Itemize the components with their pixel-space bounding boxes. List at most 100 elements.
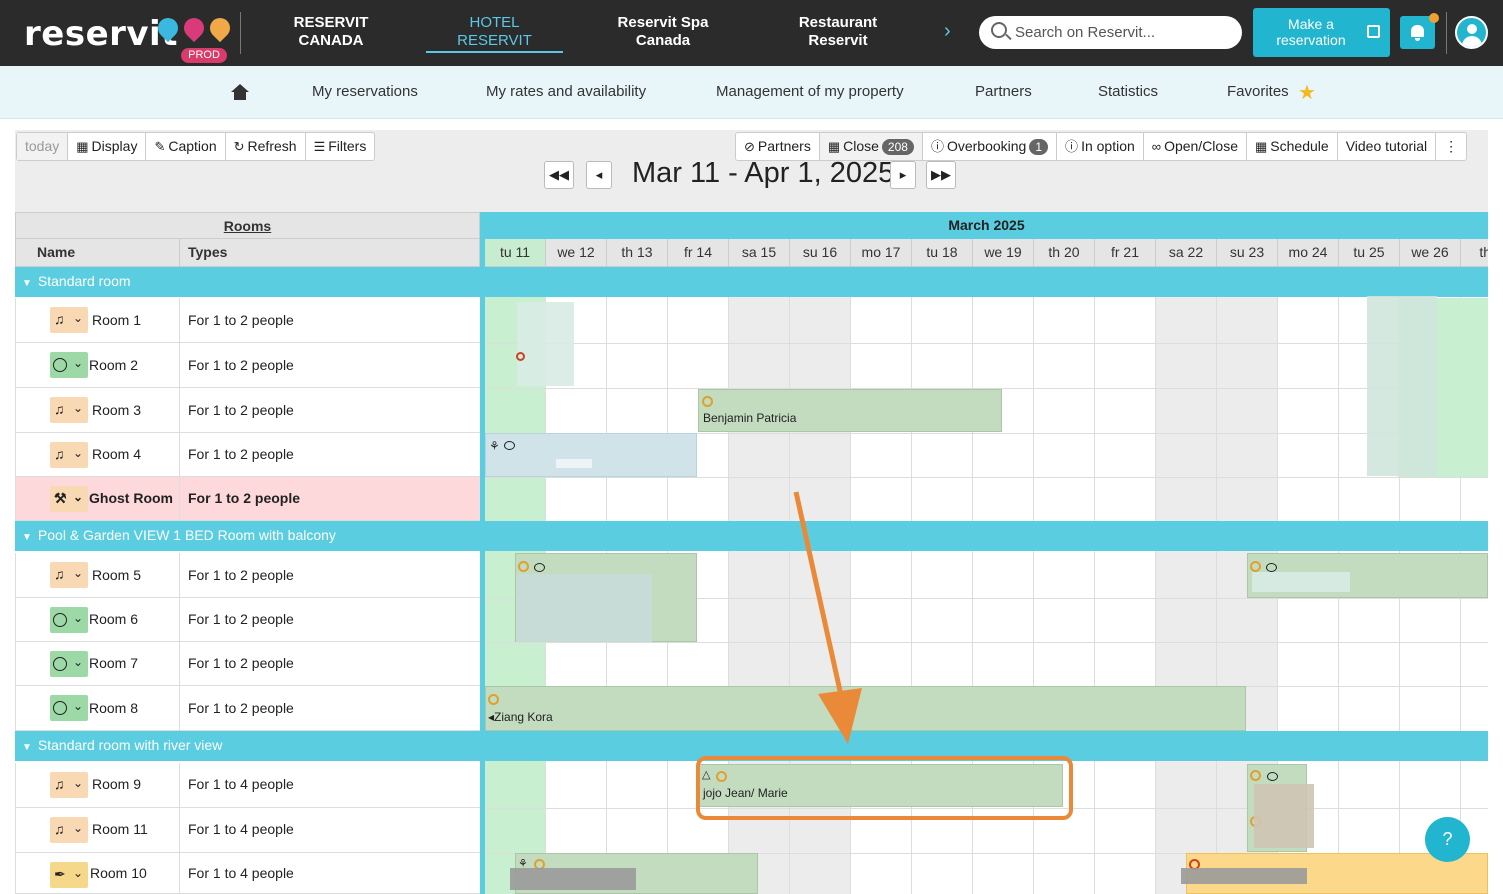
sub-nav-property-management[interactable]: Management of my property xyxy=(716,83,904,100)
day-header[interactable]: tu 11 xyxy=(485,239,546,267)
top-nav-reservit-canada[interactable]: RESERVIT CANADA xyxy=(292,14,370,50)
sub-nav-favorites[interactable]: Favorites xyxy=(1227,83,1289,100)
caption-button[interactable]: ✎ Caption xyxy=(146,133,226,160)
room-group-header[interactable]: ▼ Standard room xyxy=(15,267,480,297)
booking-room3[interactable]: Benjamin Patricia xyxy=(698,389,1002,432)
calendar-icon: ▦ xyxy=(76,139,89,154)
search-input[interactable] xyxy=(1015,16,1235,49)
day-column[interactable] xyxy=(1095,267,1156,894)
housekeeping-status-button[interactable]: ⌄ xyxy=(50,607,88,633)
housekeeping-status-button[interactable]: ♫ ⌄ xyxy=(50,397,88,423)
booking-room4[interactable]: ⚘ xyxy=(485,433,697,477)
room-name[interactable]: Room 1 xyxy=(92,312,141,328)
next-day-button[interactable]: ▸ xyxy=(890,161,916,189)
day-header[interactable]: sa 22 xyxy=(1156,239,1217,267)
room-name[interactable]: Room 3 xyxy=(92,402,141,418)
room-group-header[interactable]: ▼ Pool & Garden VIEW 1 BED Room with balc… xyxy=(15,521,480,551)
day-header[interactable]: th 2 xyxy=(1461,239,1488,267)
day-header[interactable]: mo 17 xyxy=(851,239,912,267)
schedule-button[interactable]: ▦ Schedule xyxy=(1247,133,1338,160)
next-period-button[interactable]: ▶▶ xyxy=(926,161,956,189)
sub-nav-rates-availability[interactable]: My rates and availability xyxy=(486,83,646,100)
sub-nav-statistics[interactable]: Statistics xyxy=(1098,83,1158,100)
day-header[interactable]: tu 18 xyxy=(912,239,973,267)
active-tab-underline xyxy=(426,51,563,53)
blurred-text xyxy=(1252,572,1350,592)
housekeeping-status-button[interactable]: ♫ ⌄ xyxy=(50,817,88,843)
day-header[interactable]: tu 25 xyxy=(1339,239,1400,267)
day-header[interactable]: mo 24 xyxy=(1278,239,1339,267)
booking-blurred[interactable] xyxy=(517,302,574,386)
day-header[interactable]: fr 21 xyxy=(1095,239,1156,267)
room-name[interactable]: Room 10 xyxy=(90,865,147,881)
broom-icon: ♫ xyxy=(54,566,65,582)
spa-pin-icon xyxy=(205,13,235,43)
reservit-logo[interactable]: reservit PROD xyxy=(24,12,235,64)
housekeeping-status-button[interactable]: ♫ ⌄ xyxy=(50,772,88,798)
overbooking-button[interactable]: ⓘ Overbooking 1 xyxy=(923,133,1058,160)
chevron-right-icon[interactable]: › xyxy=(944,20,951,43)
user-icon-body xyxy=(1462,36,1482,47)
rooms-header[interactable]: Rooms xyxy=(15,212,480,239)
help-button[interactable]: ? xyxy=(1425,817,1470,862)
booking-room5-6[interactable] xyxy=(515,553,697,642)
housekeeping-status-button[interactable]: ♫ ⌄ xyxy=(50,562,88,588)
housekeeping-status-button[interactable]: ⌄ xyxy=(50,651,88,677)
housekeeping-status-button[interactable]: ⌄ xyxy=(50,352,88,378)
more-options-button[interactable]: ⋮ xyxy=(1436,133,1466,160)
notifications-button[interactable] xyxy=(1400,13,1439,49)
sub-nav-my-reservations[interactable]: My reservations xyxy=(312,83,418,100)
day-header[interactable]: su 16 xyxy=(790,239,851,267)
room-row: ⌄ Room 7 For 1 to 2 people xyxy=(15,642,480,686)
close-button[interactable]: ▦ Close 208 xyxy=(819,133,923,160)
partners-button[interactable]: ⊘ Partners xyxy=(736,133,820,160)
in-option-button[interactable]: ⓘ In option xyxy=(1057,133,1144,160)
room-type: For 1 to 4 people xyxy=(188,776,294,792)
room-name[interactable]: Room 9 xyxy=(92,776,141,792)
display-button[interactable]: ▦ Display xyxy=(68,133,147,160)
day-header[interactable]: th 13 xyxy=(607,239,668,267)
room-name[interactable]: Room 6 xyxy=(89,611,138,627)
prev-day-button[interactable]: ◂ xyxy=(586,161,612,189)
housekeeping-status-button[interactable]: ⌄ xyxy=(50,695,88,721)
housekeeping-status-button[interactable]: ✒ ⌄ xyxy=(50,862,88,888)
top-nav-reservit-spa[interactable]: Reservit Spa Canada xyxy=(610,14,716,50)
top-nav-restaurant[interactable]: Restaurant Reservit xyxy=(792,14,884,50)
room-name[interactable]: Room 4 xyxy=(92,446,141,462)
maintenance-status-button[interactable]: ⚒ ⌄ xyxy=(50,486,88,512)
room-name[interactable]: Room 8 xyxy=(89,700,138,716)
prev-period-button[interactable]: ◀◀ xyxy=(544,161,574,189)
month-header: March 2025 xyxy=(485,212,1488,239)
booking-room5-right[interactable] xyxy=(1247,553,1488,598)
top-nav-label: Restaurant Reservit xyxy=(798,14,878,49)
sub-nav-partners[interactable]: Partners xyxy=(975,83,1032,100)
day-header[interactable]: we 12 xyxy=(546,239,607,267)
refresh-button[interactable]: ↻ Refresh xyxy=(226,133,306,160)
day-column[interactable] xyxy=(1156,267,1217,894)
home-icon[interactable] xyxy=(231,84,249,100)
filters-button[interactable]: ☰ Filters xyxy=(306,133,375,160)
room-name[interactable]: Room 2 xyxy=(89,357,138,373)
user-avatar-button[interactable] xyxy=(1455,16,1488,49)
booking-room10[interactable]: ⚘ xyxy=(510,853,758,894)
day-header[interactable]: we 26 xyxy=(1400,239,1461,267)
open-close-button[interactable]: ∞ Open/Close xyxy=(1144,133,1247,160)
housekeeping-status-button[interactable]: ♫ ⌄ xyxy=(50,307,88,333)
day-header[interactable]: su 23 xyxy=(1217,239,1278,267)
room-name[interactable]: Room 7 xyxy=(89,655,138,671)
room-name[interactable]: Room 5 xyxy=(92,567,141,583)
room-group-header[interactable]: ▼ Standard room with river view xyxy=(15,731,480,761)
room-name[interactable]: Room 11 xyxy=(92,821,148,837)
day-header[interactable]: we 19 xyxy=(973,239,1034,267)
make-reservation-button[interactable]: Make a reservation xyxy=(1253,8,1390,57)
video-tutorial-button[interactable]: Video tutorial xyxy=(1338,133,1437,160)
housekeeping-status-button[interactable]: ♫ ⌄ xyxy=(50,442,88,468)
room-name[interactable]: Ghost Room xyxy=(89,490,173,506)
today-button[interactable]: today xyxy=(17,133,69,160)
day-header[interactable]: fr 14 xyxy=(668,239,729,267)
day-header[interactable]: th 20 xyxy=(1034,239,1095,267)
booking-room9-11-right[interactable] xyxy=(1247,764,1314,852)
booking-blurred[interactable] xyxy=(1367,296,1437,476)
day-header[interactable]: sa 15 xyxy=(729,239,790,267)
top-nav-hotel-reservit[interactable]: HOTEL RESERVIT xyxy=(426,14,563,50)
